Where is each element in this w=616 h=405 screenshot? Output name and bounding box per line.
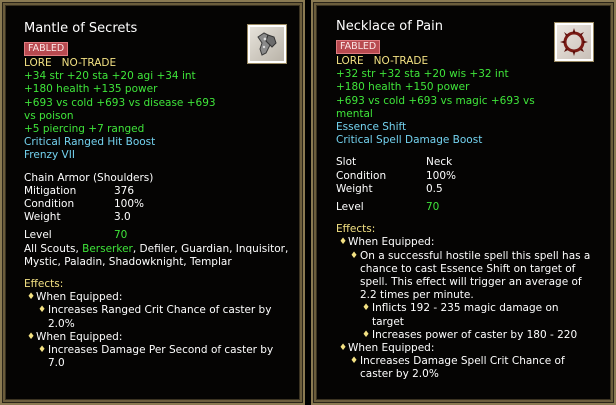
level-row: Level 70 — [24, 229, 127, 242]
highlighted-class: Berserker — [82, 242, 133, 255]
item-flags: LORE NO-TRADE — [336, 55, 606, 68]
stat-key: Mitigation — [24, 184, 77, 197]
effect-desc: ♦ Increases Ranged Crit Chance of caster … — [24, 304, 295, 317]
effect-when: ♦ When Equipped: — [24, 331, 295, 344]
stat-key: Weight — [336, 182, 373, 195]
fabled-badge: FABLED — [24, 42, 69, 56]
effect-desc: ♦ Increases Damage Spell Crit Chance of — [336, 355, 606, 368]
stat-key: Slot — [336, 156, 357, 169]
class-list-part: , Defiler, Guardian, Inquisitor, — [132, 242, 289, 255]
sub-effect: ♦ Inflicts 192 - 235 magic damage on — [336, 302, 606, 315]
bullet-icon: ♦ — [38, 305, 47, 316]
sub-effect-cont: target — [372, 315, 404, 328]
bullet-icon: ♦ — [350, 356, 359, 367]
sub-effect-text: Inflicts 192 - 235 magic damage on — [372, 302, 559, 315]
stat-key: Condition — [24, 198, 75, 211]
level-value: 70 — [114, 229, 128, 242]
bullet-icon: ♦ — [350, 250, 359, 261]
flag-lore: LORE — [336, 55, 364, 67]
bullet-icon: ♦ — [27, 292, 36, 303]
stat-line: +5 piercing +7 ranged — [24, 123, 145, 136]
level-key: Level — [336, 201, 364, 214]
item-tooltip-mantle: Mantle of Secrets FABLED LORE NO-TRADE +… — [0, 0, 305, 405]
effect-desc-text: On a successful hostile spell this spell… — [360, 249, 591, 262]
flag-no-trade: NO-TRADE — [61, 57, 117, 69]
sub-effect-text: Increases power of caster by 180 - 220 — [372, 328, 578, 341]
effect-desc-text: Increases Ranged Crit Chance of caster b… — [48, 304, 272, 317]
effect-desc-cont: spell. This effect will trigger an avera… — [360, 276, 582, 289]
ability-line: Essence Shift — [336, 121, 407, 134]
ability-line: Critical Ranged Hit Boost — [24, 136, 156, 149]
class-list-part: All Scouts, — [24, 242, 83, 255]
effect-when-text: When Equipped: — [348, 342, 435, 355]
stat-key: Weight — [24, 211, 61, 224]
stat-row: Weight 0.5 — [336, 183, 456, 196]
stat-row: Condition 100% — [336, 170, 456, 183]
effect-desc-cont: 2.2 times per minute. — [360, 289, 474, 302]
effect-desc-cont: caster by 2.0% — [360, 368, 439, 381]
bullet-icon: ♦ — [362, 303, 371, 314]
stat-value: 3.0 — [114, 211, 131, 224]
stat-line: +32 str +32 sta +20 wis +32 int — [336, 68, 509, 81]
level-table: Level 70 — [336, 201, 439, 214]
stat-row: Condition 100% — [24, 198, 144, 211]
bullet-icon: ♦ — [27, 331, 36, 342]
stat-line: +693 vs cold +693 vs disease +693 — [24, 96, 216, 109]
stat-key: Condition — [336, 169, 387, 182]
stat-row: Weight 3.0 — [24, 211, 144, 224]
stat-row: Slot Neck — [336, 156, 456, 169]
stat-value: 376 — [114, 184, 135, 197]
stat-value: 100% — [426, 169, 457, 182]
item-title: Necklace of Pain — [336, 19, 443, 34]
item-title: Mantle of Secrets — [24, 21, 138, 36]
bullet-icon: ♦ — [362, 329, 371, 340]
ability-line: Frenzy VII — [24, 149, 75, 162]
class-list: All Scouts, Berserker, Defiler, Guardian… — [24, 243, 295, 256]
effect-when: ♦ When Equipped: — [336, 342, 606, 355]
stat-line: +180 health +150 power — [336, 81, 470, 94]
level-row: Level 70 — [336, 201, 439, 214]
stat-line: +34 str +20 sta +20 agi +34 int — [24, 70, 196, 83]
ability-line: Critical Spell Damage Boost — [336, 134, 483, 147]
bullet-icon: ♦ — [339, 237, 348, 248]
stat-row: Mitigation 376 — [24, 185, 144, 198]
stat-value: 0.5 — [426, 182, 443, 195]
effect-when: ♦ When Equipped: — [24, 291, 295, 304]
item-stats-table: Mitigation 376 Condition 100% Weight 3.0 — [24, 185, 144, 225]
effects-label: Effects: — [336, 223, 376, 236]
sub-effect: ♦ Increases power of caster by 180 - 220 — [336, 329, 606, 342]
item-flags: LORE NO-TRADE — [24, 57, 295, 70]
effect-desc-text: Increases Damage Per Second of caster by — [48, 344, 274, 357]
bullet-icon: ♦ — [339, 343, 348, 354]
effect-when-text: When Equipped: — [36, 330, 123, 343]
effect-when: ♦ When Equipped: — [336, 236, 606, 249]
flag-lore: LORE — [24, 57, 52, 69]
item-stats-table: Slot Neck Condition 100% Weight 0.5 — [336, 156, 456, 196]
item-tooltip-necklace: Necklace of Pain FABLED LORE NO-TRADE +3… — [311, 0, 616, 405]
effect-when-text: When Equipped: — [348, 236, 435, 249]
stat-line: +693 vs cold +693 vs magic +693 vs — [336, 94, 535, 107]
level-key: Level — [24, 229, 52, 242]
fabled-badge: FABLED — [336, 40, 381, 54]
effect-desc-cont: chance to cast Essence Shift on target o… — [360, 262, 576, 275]
level-table: Level 70 — [24, 229, 127, 242]
effect-desc: ♦ On a successful hostile spell this spel… — [336, 250, 606, 263]
item-type: Chain Armor (Shoulders) — [24, 171, 154, 184]
level-value: 70 — [426, 201, 440, 214]
effect-desc-cont: 2.0% — [48, 317, 75, 330]
stat-line: +180 health +135 power — [24, 83, 158, 96]
effect-desc-cont: 7.0 — [48, 357, 65, 370]
effect-desc-text: Increases Damage Spell Crit Chance of — [360, 355, 565, 368]
stat-line: mental — [336, 107, 373, 120]
effect-desc: ♦ Increases Damage Per Second of caster b… — [24, 344, 295, 357]
stat-value: 100% — [114, 198, 145, 211]
stat-value: Neck — [426, 156, 453, 169]
stat-line: vs poison — [24, 109, 74, 122]
flag-no-trade: NO-TRADE — [373, 55, 429, 67]
effect-when-text: When Equipped: — [36, 291, 123, 304]
effects-label: Effects: — [24, 278, 64, 291]
bullet-icon: ♦ — [38, 345, 47, 356]
class-list-line2: Mystic, Paladin, Shadowknight, Templar — [24, 255, 232, 268]
